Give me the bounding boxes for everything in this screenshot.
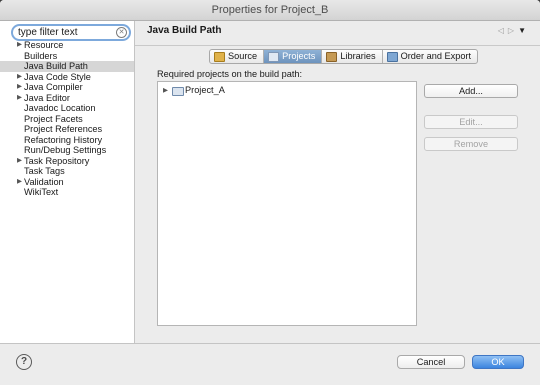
- tree-item-label: Java Build Path: [24, 61, 88, 71]
- tree-item-label: Validation: [24, 176, 64, 187]
- tree-item[interactable]: Project References: [0, 124, 134, 135]
- menu-dropdown-icon[interactable]: ▼: [518, 26, 530, 35]
- tab-projects[interactable]: Projects: [264, 50, 323, 63]
- cancel-button[interactable]: Cancel: [397, 355, 465, 369]
- expand-arrow-icon[interactable]: ▶: [163, 85, 168, 96]
- tree-item-label: Project Facets: [24, 113, 83, 124]
- required-projects-list[interactable]: ▶ Project_A: [157, 81, 417, 326]
- tree-item-label: Run/Debug Settings: [24, 145, 107, 155]
- required-projects-label: Required projects on the build path:: [157, 69, 303, 79]
- settings-panel: Java Build Path ◁▷▼ Source Projects Librar…: [135, 21, 540, 343]
- tree-item[interactable]: ▶ Task Repository: [0, 156, 134, 167]
- tree-item-label: Java Editor: [24, 92, 70, 103]
- dialog-footer: ? Cancel OK: [0, 343, 540, 385]
- expand-arrow-icon[interactable]: ▶: [17, 40, 22, 51]
- tree-item[interactable]: ▶ Java Editor: [0, 93, 134, 104]
- tree-item[interactable]: Javadoc Location: [0, 103, 134, 114]
- window-title: Properties for Project_B: [0, 0, 540, 21]
- edit-button[interactable]: Edit...: [424, 115, 518, 129]
- expand-arrow-icon[interactable]: ▶: [17, 82, 22, 93]
- navigation-panel: ✕ ▶ResourceBuildersJava Build Path▶Java …: [0, 21, 135, 343]
- tree-item-label: Refactoring History: [24, 134, 103, 145]
- tree-item-label: Java Compiler: [24, 82, 83, 92]
- tree-item[interactable]: Task Tags: [0, 166, 134, 177]
- expand-arrow-icon[interactable]: ▶: [17, 72, 22, 83]
- order-export-icon: [386, 51, 398, 62]
- tab-label: Projects: [282, 51, 316, 61]
- libraries-icon: [326, 51, 338, 62]
- source-folder-icon: [214, 51, 225, 62]
- projects-icon: [268, 51, 280, 62]
- tab-order-and-export[interactable]: Order and Export: [383, 50, 477, 63]
- filter-input[interactable]: [15, 26, 114, 39]
- tree-item[interactable]: Project Facets: [0, 114, 134, 125]
- tree-item[interactable]: ▶ Resource: [0, 40, 134, 51]
- tree-item[interactable]: Java Build Path: [0, 61, 134, 72]
- tree-item[interactable]: ▶ Java Code Style: [0, 72, 134, 83]
- tree-item-label: Java Code Style: [24, 71, 91, 82]
- expand-arrow-icon[interactable]: ▶: [17, 156, 22, 167]
- back-arrow-icon[interactable]: ◁: [498, 26, 508, 35]
- tree-item[interactable]: Run/Debug Settings: [0, 145, 134, 156]
- forward-arrow-icon[interactable]: ▷: [508, 26, 518, 35]
- tree-item[interactable]: Refactoring History: [0, 135, 134, 146]
- tree-item-label: Task Repository: [24, 155, 90, 166]
- title-separator: [135, 45, 540, 46]
- expand-arrow-icon[interactable]: ▶: [17, 93, 22, 104]
- add-button[interactable]: Add...: [424, 84, 518, 98]
- page-title: Java Build Path: [147, 25, 222, 36]
- tab-libraries[interactable]: Libraries: [322, 50, 383, 63]
- tree-item[interactable]: Builders: [0, 51, 134, 62]
- tree-item-label: Resource: [24, 40, 64, 50]
- tree-item-label: WikiText: [24, 187, 59, 197]
- project-label: Project_A: [185, 85, 225, 95]
- project-folder-icon: [172, 87, 184, 96]
- tab-source[interactable]: Source: [210, 50, 265, 63]
- remove-button[interactable]: Remove: [424, 137, 518, 151]
- tab-label: Order and Export: [400, 51, 472, 61]
- ok-button[interactable]: OK: [472, 355, 524, 369]
- tree-item[interactable]: ▶ Java Compiler: [0, 82, 134, 93]
- tree-item[interactable]: ▶ Validation: [0, 177, 134, 188]
- properties-dialog: Properties for Project_B ✕ ▶ResourceBuil…: [0, 0, 540, 385]
- clear-filter-icon[interactable]: ✕: [116, 27, 127, 38]
- tree-item-label: Project References: [24, 124, 103, 134]
- tree-item-label: Task Tags: [24, 166, 65, 176]
- tab-label: Source: [228, 51, 258, 61]
- help-icon[interactable]: ?: [16, 354, 32, 370]
- tree-item-label: Builders: [24, 50, 58, 61]
- tab-label: Libraries: [340, 51, 376, 61]
- build-path-tabs: Source Projects Libraries Order and Export: [209, 49, 479, 64]
- tree-item-label: Javadoc Location: [24, 103, 96, 113]
- history-navigation: ◁▷▼: [498, 26, 530, 35]
- expand-arrow-icon[interactable]: ▶: [17, 177, 22, 188]
- tree-item[interactable]: WikiText: [0, 187, 134, 198]
- filter-field[interactable]: ✕: [11, 24, 131, 41]
